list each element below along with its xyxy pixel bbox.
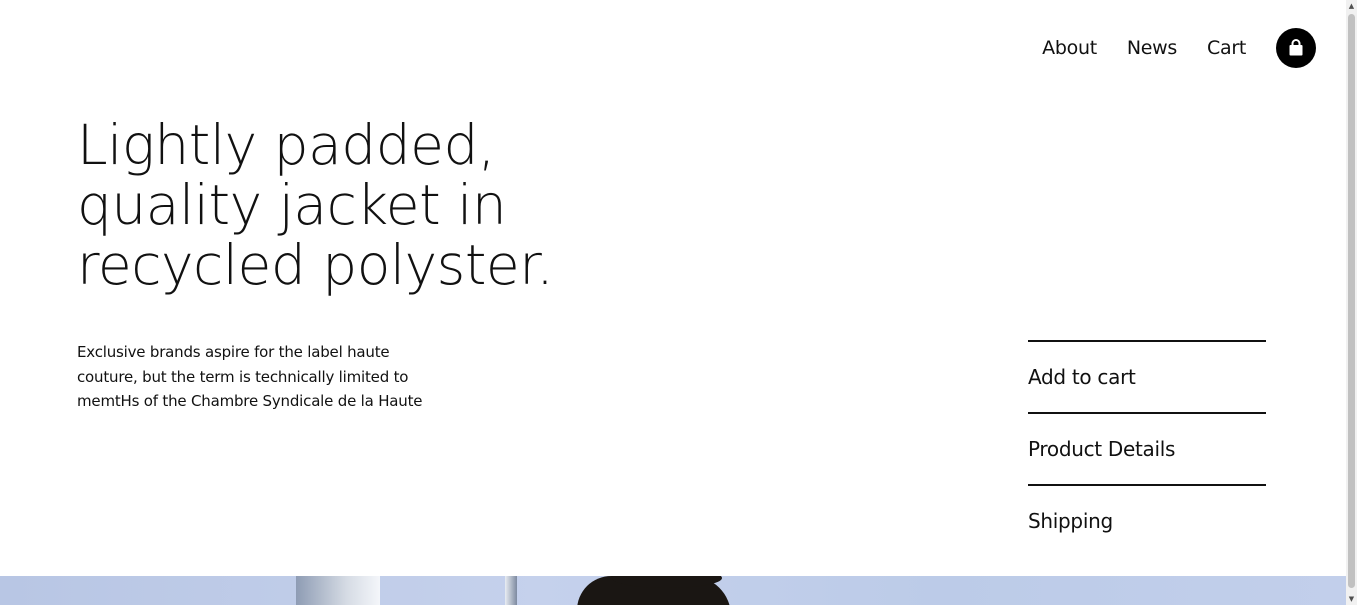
image-column-shape: [505, 576, 517, 605]
hero-title: Lightly padded, quality jacket in recycl…: [77, 115, 637, 295]
hero-title-line: Lightly padded,: [77, 113, 495, 177]
scrollbar-thumb[interactable]: [1348, 14, 1355, 588]
product-details-tab[interactable]: Product Details: [1028, 412, 1266, 484]
hero-title-line: recycled polyster.: [77, 233, 554, 297]
page-scrollbar[interactable]: ▲ ▼: [1346, 0, 1357, 605]
nav-link-news[interactable]: News: [1127, 37, 1177, 59]
shopping-bag-icon: [1289, 39, 1303, 56]
hero-description: Exclusive brands aspire for the label ha…: [77, 340, 462, 414]
hero-description-line: couture, but the term is technically lim…: [77, 367, 409, 386]
shipping-tab[interactable]: Shipping: [1028, 484, 1266, 556]
nav-link-cart[interactable]: Cart: [1207, 37, 1246, 59]
cart-button[interactable]: [1276, 28, 1316, 68]
hero-title-line: quality jacket in: [77, 173, 507, 237]
top-navigation: About News Cart: [1042, 27, 1316, 69]
image-column-shape: [296, 576, 380, 605]
product-side-menu: Add to cart Product Details Shipping: [1028, 340, 1266, 556]
scroll-up-arrow-icon[interactable]: ▲: [1347, 0, 1356, 12]
hero-image: [0, 576, 1346, 605]
hero-description-line: memtHs of the Chambre Syndicale de la Ha…: [77, 392, 423, 410]
scroll-down-arrow-icon[interactable]: ▼: [1347, 593, 1356, 605]
nav-link-about[interactable]: About: [1042, 37, 1097, 59]
hero-description-line: Exclusive brands aspire for the label ha…: [77, 343, 390, 361]
add-to-cart-button[interactable]: Add to cart: [1028, 340, 1266, 412]
